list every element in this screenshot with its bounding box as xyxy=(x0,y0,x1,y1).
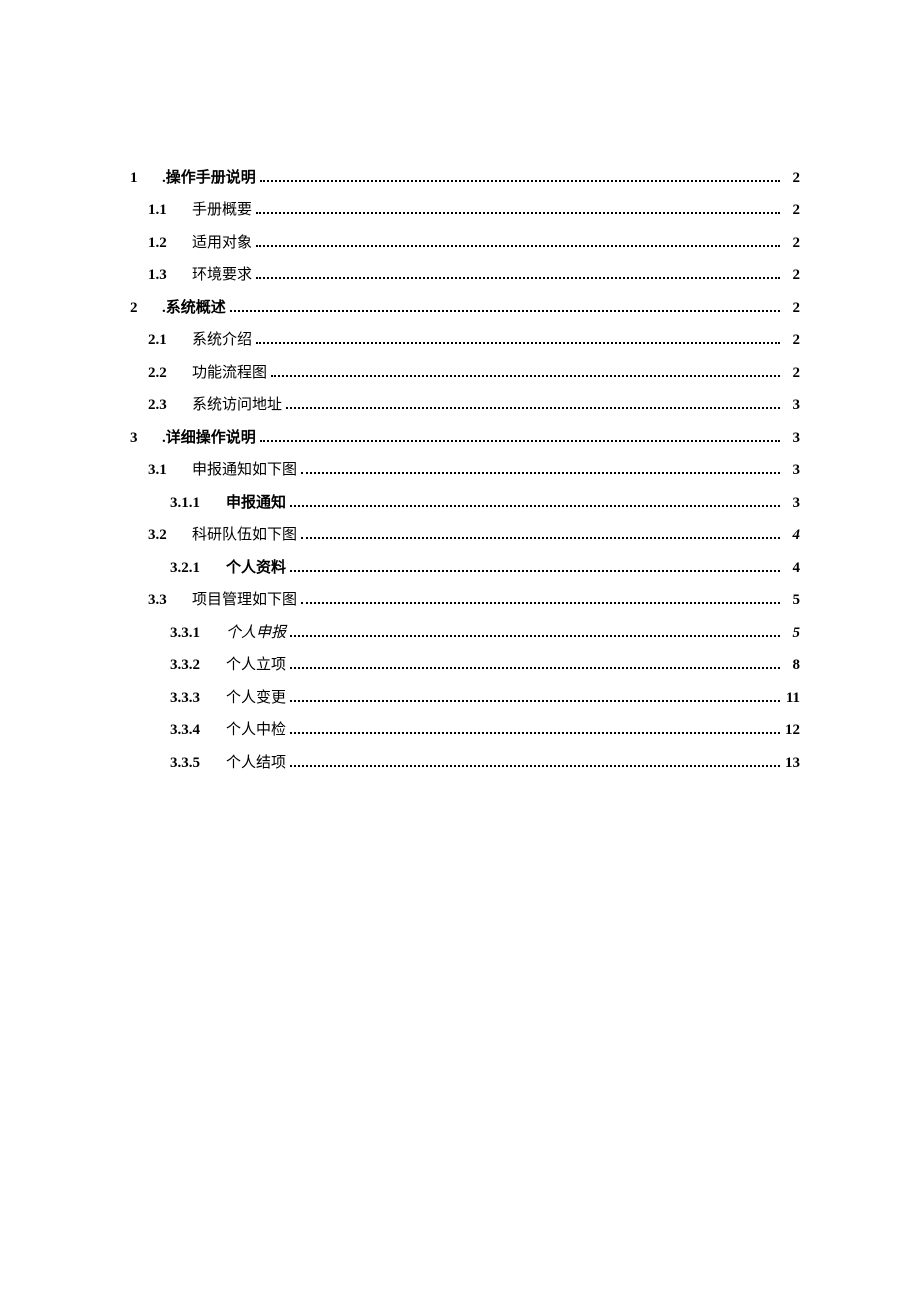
toc-entry-title: 系统介绍 xyxy=(184,330,252,351)
toc-entry-title: 申报通知 xyxy=(218,493,286,514)
toc-leader-dots xyxy=(290,719,780,735)
toc-entry-number: 3.3.3 xyxy=(170,688,218,709)
toc-entry[interactable]: 1.3环境要求 2 xyxy=(130,264,800,287)
toc-leader-dots xyxy=(256,231,780,247)
toc-entry-number: 3.3.2 xyxy=(170,655,218,676)
toc-entry-number: 3.3.5 xyxy=(170,753,218,774)
toc-leader-dots xyxy=(301,524,780,540)
toc-leader-dots xyxy=(271,361,780,377)
toc-entry-number: 3.2.1 xyxy=(170,558,218,579)
toc-leader-dots xyxy=(256,264,780,280)
toc-entry-title: 系统访问地址 xyxy=(184,395,282,416)
toc-entry-page: 2 xyxy=(784,200,800,221)
toc-entry-title: 项目管理如下图 xyxy=(184,590,297,611)
toc-entry-title: 手册概要 xyxy=(184,200,252,221)
toc-leader-dots xyxy=(256,329,780,345)
toc-entry[interactable]: 3.3.5个人结项 13 xyxy=(130,751,800,774)
toc-leader-dots xyxy=(301,459,780,475)
toc-entry-page: 2 xyxy=(784,233,800,254)
toc-entry[interactable]: 2.系统概述2 xyxy=(130,296,800,319)
toc-entry-title: 适用对象 xyxy=(184,233,252,254)
toc-leader-dots xyxy=(290,686,780,702)
toc-entry-number: 3 xyxy=(130,428,154,449)
toc-entry-number: 3.2 xyxy=(148,525,184,546)
toc-entry-page: 5 xyxy=(784,590,800,611)
toc-entry-title: 申报通知如下图 xyxy=(184,460,297,481)
toc-entry-title: .操作手册说明 xyxy=(154,168,256,189)
toc-entry[interactable]: 3.1申报通知如下图 3 xyxy=(130,459,800,482)
toc-entry[interactable]: 2.3系统访问地址 3 xyxy=(130,394,800,417)
toc-entry-number: 2 xyxy=(130,298,154,319)
toc-entry-page: 3 xyxy=(784,428,800,449)
toc-entry-title: 个人中检 xyxy=(218,720,286,741)
toc-entry-page: 3 xyxy=(784,460,800,481)
toc-entry-page: 4 xyxy=(784,525,800,546)
toc-entry-number: 2.2 xyxy=(148,363,184,384)
toc-entry[interactable]: 3.1.1申报通知 3 xyxy=(130,491,800,514)
toc-entry-page: 2 xyxy=(784,298,800,319)
toc-entry-title: 个人结项 xyxy=(218,753,286,774)
toc-entry-title: 个人申报 xyxy=(218,623,286,644)
toc-entry-number: 3.3.1 xyxy=(170,623,218,644)
toc-entry-title: 个人变更 xyxy=(218,688,286,709)
toc-leader-dots xyxy=(230,296,780,312)
toc-entry-page: 12 xyxy=(784,720,800,741)
toc-entry[interactable]: 3.详细操作说明3 xyxy=(130,426,800,449)
toc-entry-number: 3.1.1 xyxy=(170,493,218,514)
document-page: 1.操作手册说明21.1手册概要21.2适用对象21.3环境要求22.系统概述2… xyxy=(0,0,920,1301)
toc-entry[interactable]: 3.2.1个人资料 4 xyxy=(130,556,800,579)
toc-leader-dots xyxy=(290,751,780,767)
toc-entry-title: 功能流程图 xyxy=(184,363,267,384)
toc-entry[interactable]: 1.1手册概要 2 xyxy=(130,199,800,222)
toc-leader-dots xyxy=(290,556,780,572)
toc-entry-number: 3.1 xyxy=(148,460,184,481)
toc-entry[interactable]: 3.3.3个人变更 11 xyxy=(130,686,800,709)
toc-entry-number: 2.1 xyxy=(148,330,184,351)
toc-entry-title: 个人资料 xyxy=(218,558,286,579)
toc-entry[interactable]: 2.1系统介绍 2 xyxy=(130,329,800,352)
toc-entry-title: .详细操作说明 xyxy=(154,428,256,449)
toc-entry-page: 8 xyxy=(784,655,800,676)
toc-entry-number: 1.3 xyxy=(148,265,184,286)
toc-entry-number: 1.2 xyxy=(148,233,184,254)
toc-leader-dots xyxy=(290,654,780,670)
toc-entry-number: 3.3 xyxy=(148,590,184,611)
toc-leader-dots xyxy=(256,199,780,215)
toc-entry-number: 3.3.4 xyxy=(170,720,218,741)
toc-entry-page: 2 xyxy=(784,168,800,189)
toc-entry-page: 4 xyxy=(784,558,800,579)
toc-entry-page: 11 xyxy=(784,688,800,709)
toc-entry[interactable]: 3.3.2个人立项 8 xyxy=(130,654,800,677)
toc-leader-dots xyxy=(290,621,780,637)
toc-entry[interactable]: 2.2功能流程图 2 xyxy=(130,361,800,384)
toc-entry-page: 3 xyxy=(784,395,800,416)
toc-entry-number: 2.3 xyxy=(148,395,184,416)
toc-entry-page: 2 xyxy=(784,330,800,351)
toc-entry[interactable]: 3.3项目管理如下图 5 xyxy=(130,589,800,612)
toc-entry[interactable]: 1.2适用对象 2 xyxy=(130,231,800,254)
toc-entry-title: 个人立项 xyxy=(218,655,286,676)
toc-entry[interactable]: 3.3.1个人申报 5 xyxy=(130,621,800,644)
table-of-contents: 1.操作手册说明21.1手册概要21.2适用对象21.3环境要求22.系统概述2… xyxy=(130,166,800,774)
toc-entry-title: .系统概述 xyxy=(154,298,226,319)
toc-entry-number: 1 xyxy=(130,168,154,189)
toc-leader-dots xyxy=(260,166,780,182)
toc-entry[interactable]: 1.操作手册说明 2 xyxy=(130,166,800,189)
toc-entry-page: 3 xyxy=(784,493,800,514)
toc-entry-number: 1.1 xyxy=(148,200,184,221)
toc-entry-title: 科研队伍如下图 xyxy=(184,525,297,546)
toc-leader-dots xyxy=(260,426,780,442)
toc-entry-title: 环境要求 xyxy=(184,265,252,286)
toc-entry-page: 13 xyxy=(784,753,800,774)
toc-leader-dots xyxy=(286,394,780,410)
toc-entry[interactable]: 3.3.4个人中检 12 xyxy=(130,719,800,742)
toc-entry-page: 2 xyxy=(784,363,800,384)
toc-entry-page: 2 xyxy=(784,265,800,286)
toc-leader-dots xyxy=(290,491,780,507)
toc-entry-page: 5 xyxy=(784,623,800,644)
toc-entry[interactable]: 3.2科研队伍如下图 4 xyxy=(130,524,800,547)
toc-leader-dots xyxy=(301,589,780,605)
